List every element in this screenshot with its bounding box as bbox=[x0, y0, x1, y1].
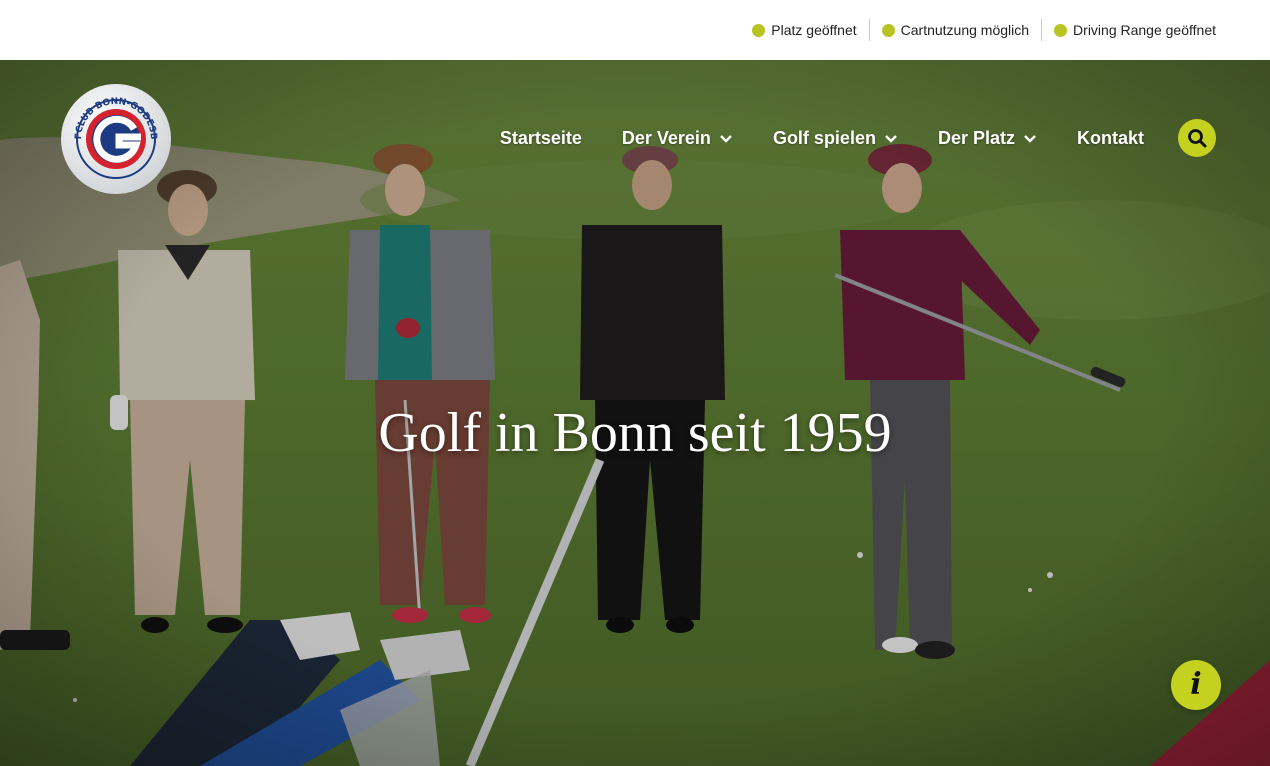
status-item-platz: Platz geöffnet bbox=[752, 19, 868, 41]
nav-item-label: Der Verein bbox=[621, 127, 711, 148]
chevron-down-icon bbox=[1024, 135, 1036, 143]
nav-item-kontakt[interactable]: Kontakt bbox=[1077, 128, 1144, 149]
nav-item-der-platz[interactable]: Der Platz bbox=[938, 128, 1037, 149]
club-logo-emblem: GOLFCLUB BONN-GODESBERG bbox=[55, 76, 171, 194]
status-dot-icon bbox=[1054, 23, 1068, 37]
nav-item-label: Golf spielen bbox=[772, 127, 876, 148]
hero-headline: Golf in Bonn seit 1959 bbox=[378, 402, 892, 464]
nav-item-label: Kontakt bbox=[1077, 127, 1144, 148]
status-label: Platz geöffnet bbox=[771, 22, 857, 38]
status-label: Driving Range geöffnet bbox=[1073, 22, 1216, 38]
info-icon: i bbox=[1190, 667, 1202, 702]
search-button[interactable] bbox=[1178, 119, 1216, 157]
status-list: Platz geöffnet Cartnutzung möglich Drivi… bbox=[752, 19, 1216, 41]
nav-item-label: Der Platz bbox=[937, 127, 1015, 148]
status-bar: Platz geöffnet Cartnutzung möglich Drivi… bbox=[0, 0, 1270, 60]
nav-item-golf-spielen[interactable]: Golf spielen bbox=[773, 128, 898, 149]
nav-item-der-verein[interactable]: Der Verein bbox=[622, 128, 733, 149]
chevron-down-icon bbox=[720, 135, 732, 143]
status-dot-icon bbox=[752, 23, 766, 37]
status-dot-icon bbox=[881, 23, 895, 37]
status-label: Cartnutzung möglich bbox=[900, 22, 1030, 38]
info-button[interactable]: i bbox=[1171, 660, 1221, 710]
main-nav: Startseite Der Verein Golf spielen Der P… bbox=[500, 118, 1216, 158]
status-item-cart: Cartnutzung möglich bbox=[868, 19, 1041, 41]
nav-item-startseite[interactable]: Startseite bbox=[500, 128, 582, 149]
status-item-range: Driving Range geöffnet bbox=[1041, 19, 1216, 41]
search-icon bbox=[1188, 129, 1207, 148]
nav-item-label: Startseite bbox=[499, 127, 582, 148]
chevron-down-icon bbox=[885, 135, 897, 143]
club-logo[interactable]: GOLFCLUB BONN-GODESBERG bbox=[55, 76, 173, 195]
